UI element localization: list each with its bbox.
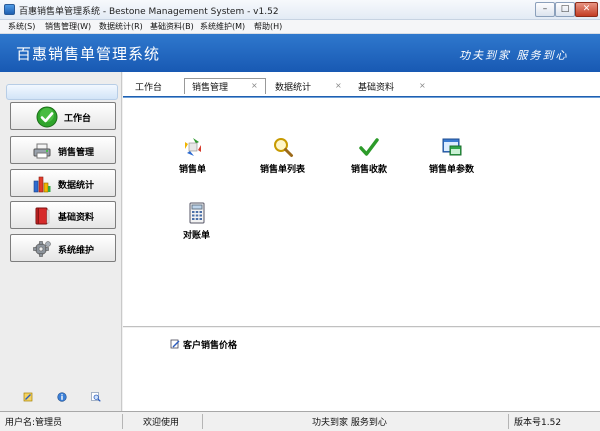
edit-icon: [170, 339, 180, 349]
function-label: 对账单: [183, 231, 211, 241]
menu-basic-data[interactable]: 基础资料(B): [150, 21, 194, 32]
customer-sales-price-link[interactable]: 客户销售价格: [170, 338, 237, 351]
nav-basic-data-button[interactable]: 基础资料: [10, 201, 116, 229]
menu-sales-management[interactable]: 销售管理(W): [45, 21, 91, 32]
header-slogan: 功夫到家 服务到心: [459, 49, 569, 62]
tab-data-statistics[interactable]: 数据统计: [275, 80, 311, 93]
menu-bar: 系统(S) 销售管理(W) 数据统计(R) 基础资料(B) 系统维护(M) 帮助…: [0, 20, 600, 34]
title-bar: 百惠销售单管理系统 - Bestone Management System - …: [0, 0, 600, 20]
status-slogan: 功夫到家 服务到心: [312, 418, 387, 428]
window-title: 百惠销售单管理系统 - Bestone Management System - …: [19, 7, 279, 17]
function-label: 销售单参数: [429, 165, 475, 175]
status-welcome: 欢迎使用: [143, 418, 180, 428]
search-icon[interactable]: [91, 392, 101, 402]
nav-panel-header: [6, 84, 118, 100]
link-label: 客户销售价格: [183, 341, 238, 351]
status-divider: [122, 414, 123, 429]
nav-label: 系统维护: [58, 246, 95, 256]
status-divider: [202, 414, 203, 429]
tab-close-icon[interactable]: ×: [335, 81, 342, 90]
app-title: 百惠销售单管理系统: [16, 45, 161, 63]
tab-sales-management[interactable]: 销售管理: [192, 80, 228, 93]
nav-workbench-button[interactable]: 工作台: [10, 102, 116, 130]
status-bar: 用户名:管理员 欢迎使用 功夫到家 服务到心 版本号1.52: [0, 411, 600, 431]
check-circle-icon: [36, 106, 58, 128]
status-divider: [508, 414, 509, 429]
header-banner: 百惠销售单管理系统 功夫到家 服务到心: [0, 34, 600, 72]
nav-sales-management-button[interactable]: 销售管理: [10, 136, 116, 164]
status-user: 用户名:管理员: [5, 418, 63, 428]
sales-order-params-button[interactable]: 销售单参数: [429, 136, 474, 175]
bar-chart-icon: [33, 176, 51, 193]
function-label: 销售收款: [351, 165, 388, 175]
menu-system[interactable]: 系统(S): [8, 21, 35, 32]
tab-basic-data[interactable]: 基础资料: [358, 80, 394, 93]
sales-order-button[interactable]: 销售单: [179, 136, 206, 175]
tab-close-icon[interactable]: ×: [419, 81, 426, 90]
nav-system-maintenance-button[interactable]: 系统维护: [10, 234, 116, 262]
sales-order-icon: [184, 138, 201, 156]
app-icon: [4, 4, 15, 15]
tab-workbench[interactable]: 工作台: [135, 80, 162, 93]
checkmark-icon: [359, 138, 379, 156]
close-button[interactable]: ✕: [575, 2, 598, 17]
nav-data-statistics-button[interactable]: 数据统计: [10, 169, 116, 197]
magnifier-icon: [273, 138, 293, 157]
tab-bar: 工作台 销售管理 × 数据统计 × 基础资料 ×: [123, 72, 600, 98]
function-label: 销售单: [179, 165, 207, 175]
printer-icon: [33, 143, 51, 159]
info-icon[interactable]: [57, 392, 67, 402]
nav-label: 数据统计: [58, 181, 95, 191]
menu-data-statistics[interactable]: 数据统计(R): [99, 21, 143, 32]
left-nav-panel: 工作台 销售管理 数据统计 基础资料 系统维护: [0, 72, 122, 411]
function-label: 销售单列表: [260, 165, 306, 175]
book-icon: [35, 207, 50, 225]
gear-icon: [33, 241, 51, 257]
maximize-button[interactable]: □: [555, 2, 575, 17]
sales-order-list-button[interactable]: 销售单列表: [260, 136, 305, 175]
nav-label: 销售管理: [58, 148, 95, 158]
sales-receipt-button[interactable]: 销售收款: [351, 136, 387, 175]
minimize-button[interactable]: –: [535, 2, 555, 17]
status-version: 版本号1.52: [514, 418, 562, 428]
tab-close-icon[interactable]: ×: [251, 81, 258, 90]
statement-button[interactable]: 对账单: [183, 202, 210, 241]
shortcut-panel: 客户销售价格: [123, 328, 600, 411]
function-panel: 销售单 销售单列表 销售收款 销售单参数 对账单: [123, 98, 600, 327]
nav-label: 基础资料: [58, 213, 95, 223]
menu-help[interactable]: 帮助(H): [254, 21, 282, 32]
nav-label: 工作台: [64, 114, 92, 124]
menu-system-maintenance[interactable]: 系统维护(M): [200, 21, 245, 32]
window-settings-icon: [442, 138, 461, 156]
edit-icon[interactable]: [23, 392, 33, 402]
calculator-icon: [189, 202, 204, 224]
